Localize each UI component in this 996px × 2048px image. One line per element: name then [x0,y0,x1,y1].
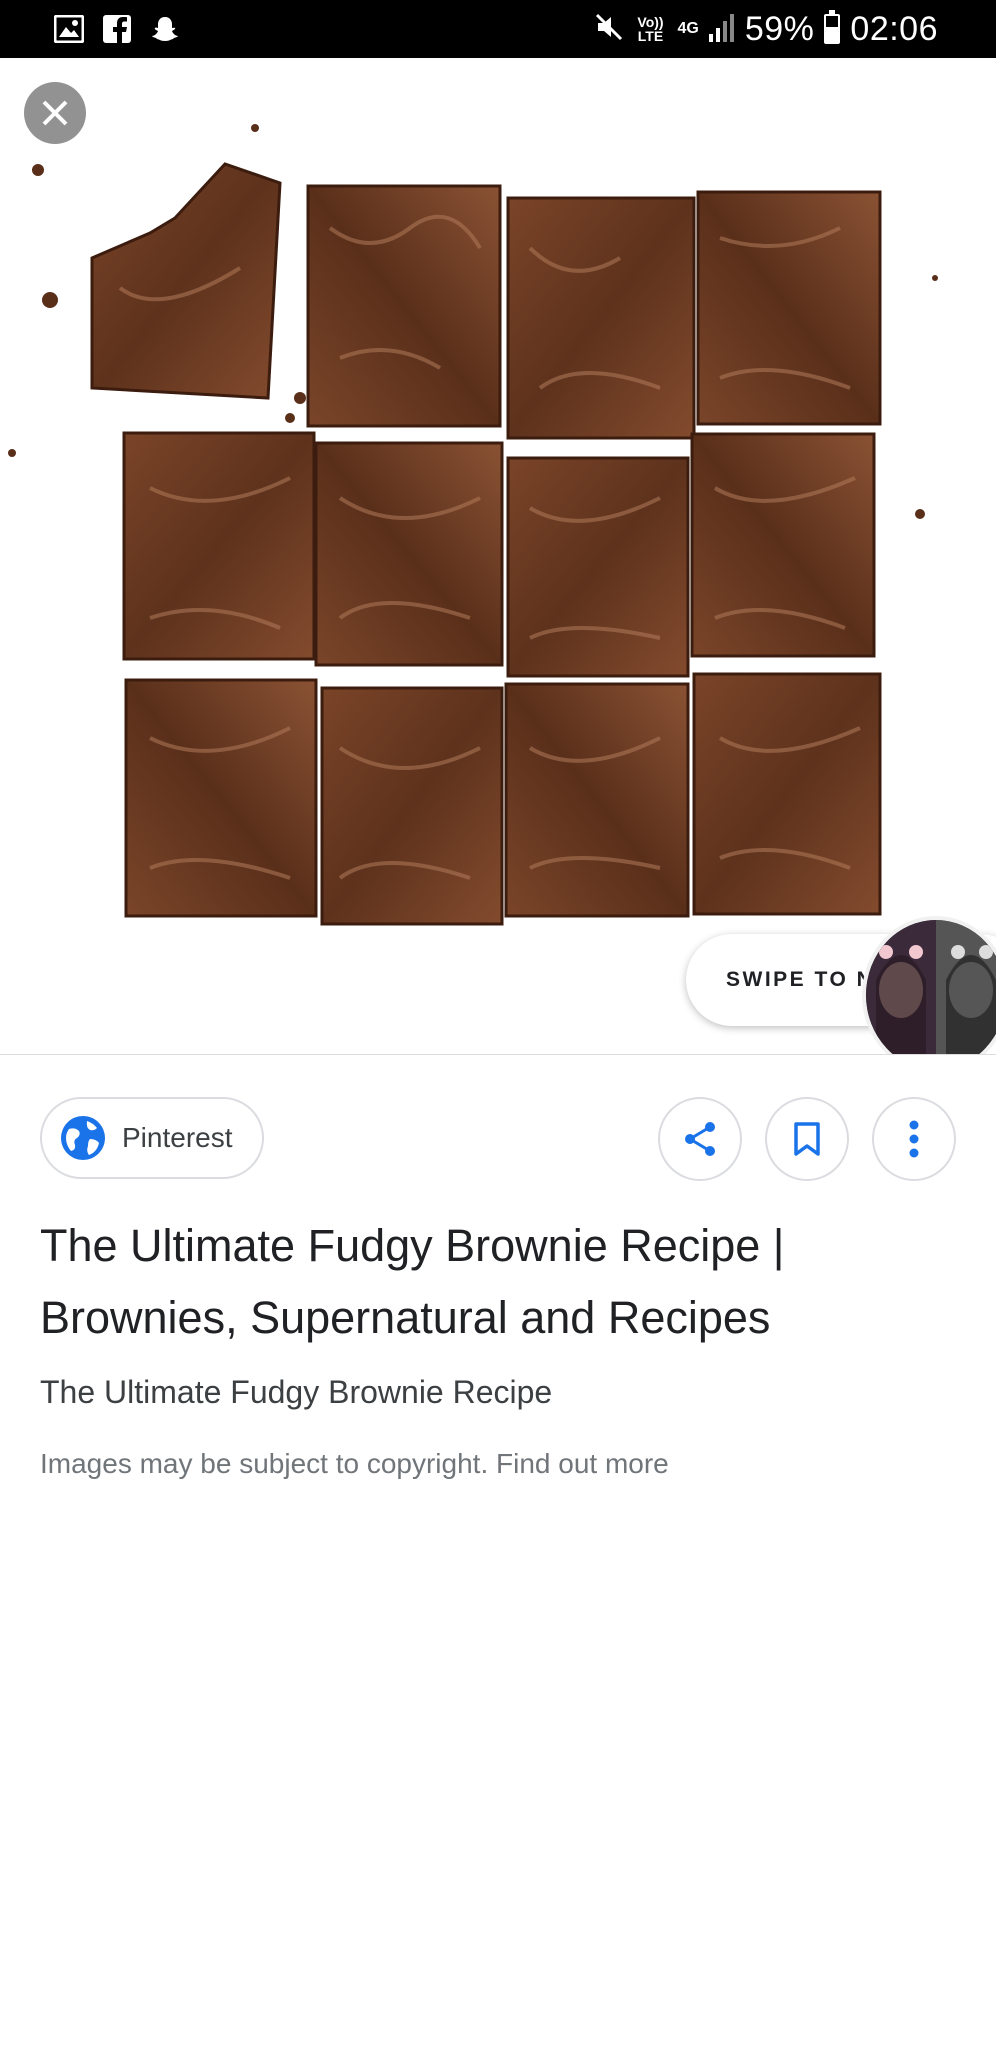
mute-icon [594,12,624,47]
close-button[interactable] [24,82,86,144]
save-button[interactable] [765,1097,849,1181]
battery-icon [824,10,841,44]
more-vert-icon [909,1120,919,1158]
globe-icon [61,1116,105,1160]
bookmark-icon [794,1122,820,1156]
close-icon [42,100,68,126]
battery-percent: 59% [744,9,815,48]
system-status: Vo)) LTE 4G 59% 02:06 [594,8,939,50]
copyright-notice[interactable]: Images may be subject to copyright. Find… [40,1448,669,1480]
share-button[interactable] [658,1097,742,1181]
swipe-hint-label: SWIPE TO N [726,968,875,991]
result-title[interactable]: The Ultimate Fudgy Brownie Recipe | Brow… [40,1210,940,1354]
image-viewer[interactable]: SWIPE TO N [0,58,996,1055]
facebook-icon [100,12,134,46]
signal-icon [708,12,735,47]
notification-icons [52,12,182,46]
share-icon [685,1122,715,1156]
status-bar: Vo)) LTE 4G 59% 02:06 [0,0,996,58]
source-label: Pinterest [122,1122,233,1153]
more-options-button[interactable] [872,1097,956,1181]
brownie-photo [0,58,996,1054]
snapchat-icon [148,12,182,46]
source-chip[interactable]: Pinterest [40,1097,264,1179]
image-icon [52,12,86,46]
network-type: 4G [677,20,699,37]
result-subtitle: The Ultimate Fudgy Brownie Recipe [40,1374,553,1410]
clock: 02:06 [850,9,938,48]
volte-indicator: Vo)) LTE [637,14,664,44]
